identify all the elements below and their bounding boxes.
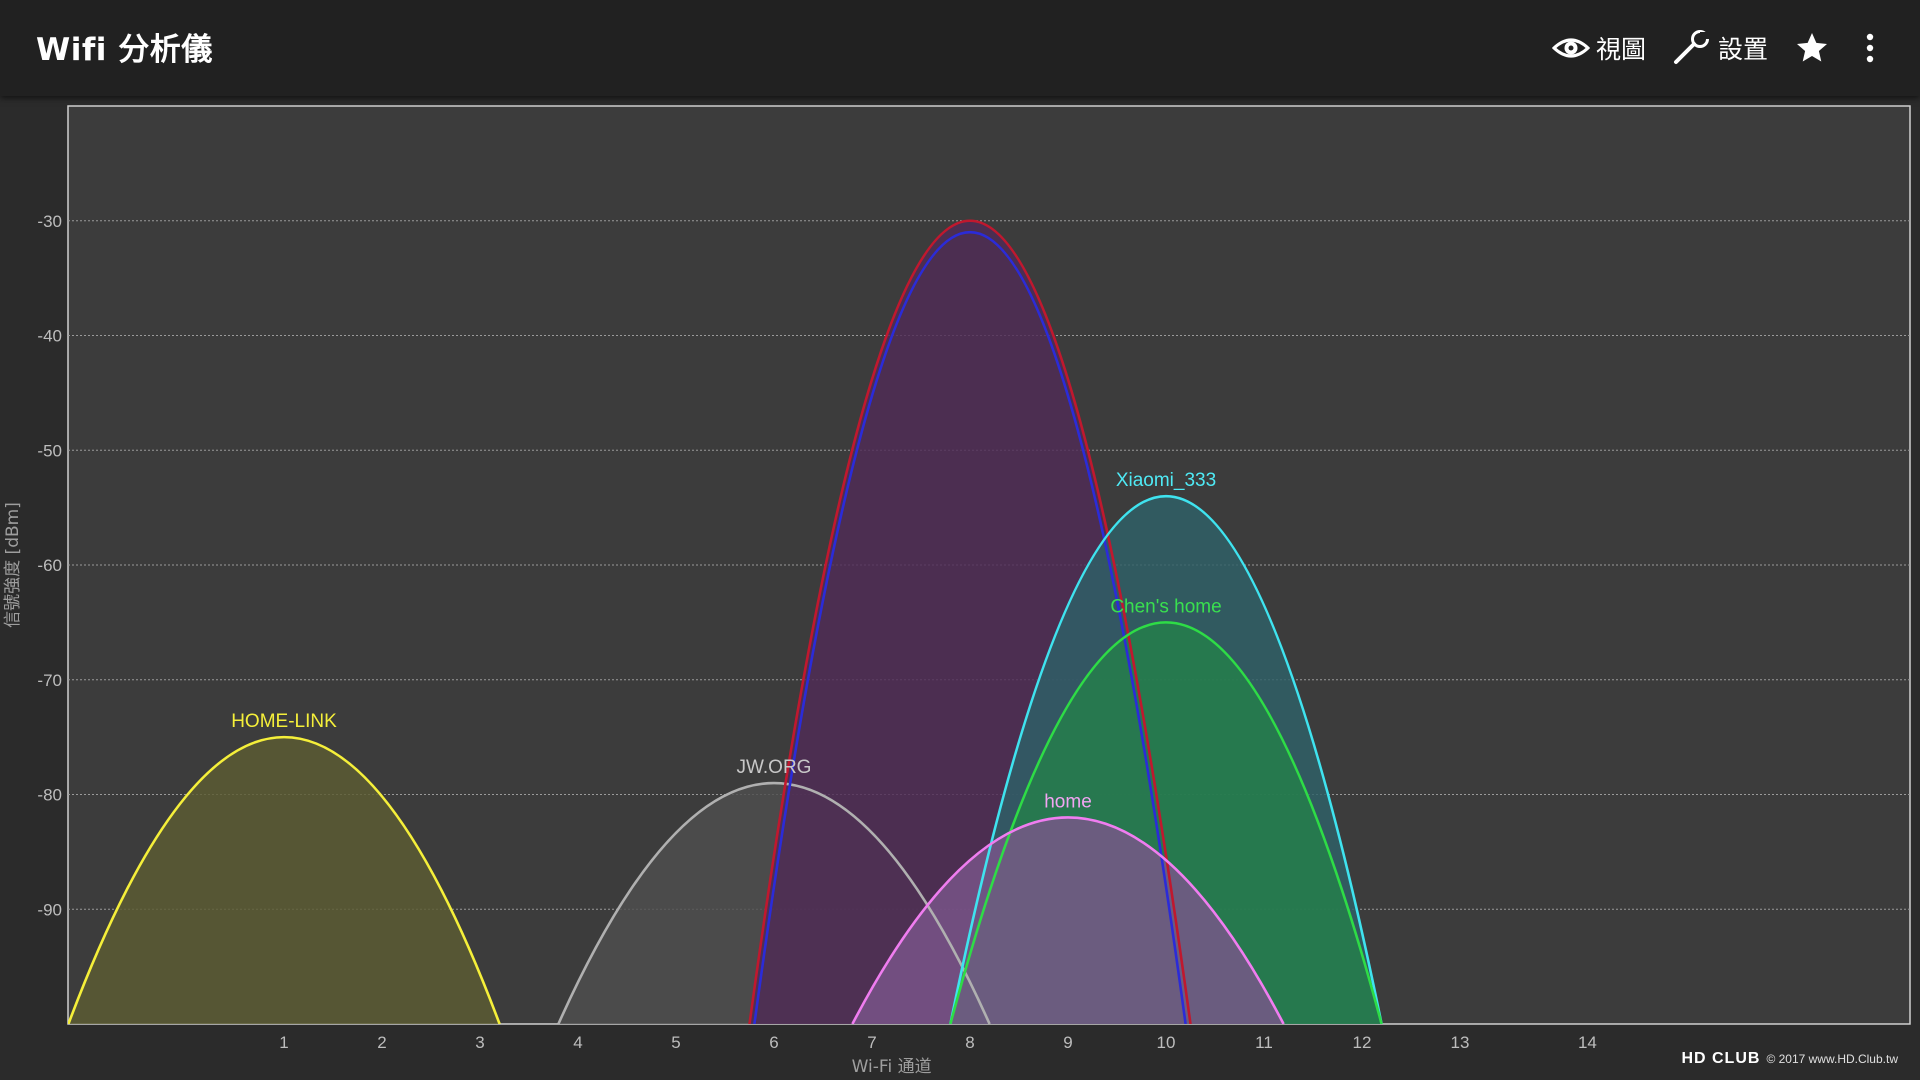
watermark-text: © 2017 www.HD.Club.tw <box>1766 1052 1898 1066</box>
x-tick-label: 11 <box>1255 1033 1273 1052</box>
x-tick-label: 13 <box>1451 1033 1470 1052</box>
x-tick-label: 2 <box>377 1033 386 1052</box>
app-title: Wifi 分析儀 <box>36 32 213 68</box>
y-tick-label: -50 <box>37 441 62 460</box>
view-button-label: 視圖 <box>1596 35 1647 64</box>
x-tick-label: 4 <box>573 1033 582 1052</box>
network-label: Chen's home <box>1110 596 1221 617</box>
more-options-button[interactable] <box>1864 26 1876 70</box>
y-tick-label: -90 <box>37 900 62 919</box>
chart-area: HOME-LINK JW.ORG Xiaomi_333 Chen's home home… <box>0 96 1920 1080</box>
y-tick-label: -30 <box>37 212 62 231</box>
watermark-logo: HD CLUB <box>1681 1050 1761 1067</box>
x-tick-label: 8 <box>965 1033 974 1052</box>
app-bar: Wifi 分析儀 視圖 設置 <box>0 0 1920 96</box>
favorite-button[interactable] <box>1794 26 1830 70</box>
network-label: HOME-LINK <box>231 711 337 732</box>
more-vert-icon <box>1866 33 1874 63</box>
y-axis-title: 信號強度 [dBm] <box>3 502 23 628</box>
settings-button[interactable]: 設置 <box>1672 26 1768 70</box>
watermark: HD CLUB © 2017 www.HD.Club.tw <box>1681 1050 1898 1068</box>
x-tick-label: 7 <box>867 1033 876 1052</box>
y-tick-label: -70 <box>37 671 62 690</box>
x-axis-title: Wi-Fi 通道 <box>852 1057 932 1077</box>
y-axis-ticks: -30 -40 -50 -60 -70 -80 -90 <box>37 212 62 920</box>
y-tick-label: -40 <box>37 327 62 346</box>
x-tick-label: 14 <box>1578 1033 1597 1052</box>
x-axis-ticks: 1 2 3 4 5 6 7 8 9 10 11 12 13 14 <box>279 1033 1597 1052</box>
wrench-icon <box>1674 30 1710 64</box>
network-label: home <box>1044 791 1092 812</box>
wifi-channel-graph: HOME-LINK JW.ORG Xiaomi_333 Chen's home home… <box>3 105 1911 1077</box>
y-tick-label: -60 <box>37 556 62 575</box>
y-tick-label: -80 <box>37 786 62 805</box>
x-tick-label: 3 <box>475 1033 484 1052</box>
eye-icon <box>1552 38 1590 58</box>
network-label: JW.ORG <box>737 757 812 778</box>
view-button[interactable]: 視圖 <box>1552 26 1646 70</box>
x-tick-label: 9 <box>1063 1033 1072 1052</box>
x-tick-label: 5 <box>671 1033 680 1052</box>
x-tick-label: 6 <box>769 1033 778 1052</box>
star-icon <box>1797 33 1827 62</box>
settings-button-label: 設置 <box>1718 35 1769 64</box>
x-tick-label: 10 <box>1157 1033 1176 1052</box>
x-tick-label: 12 <box>1353 1033 1372 1052</box>
network-label: Xiaomi_333 <box>1116 470 1216 491</box>
x-tick-label: 1 <box>279 1033 288 1052</box>
